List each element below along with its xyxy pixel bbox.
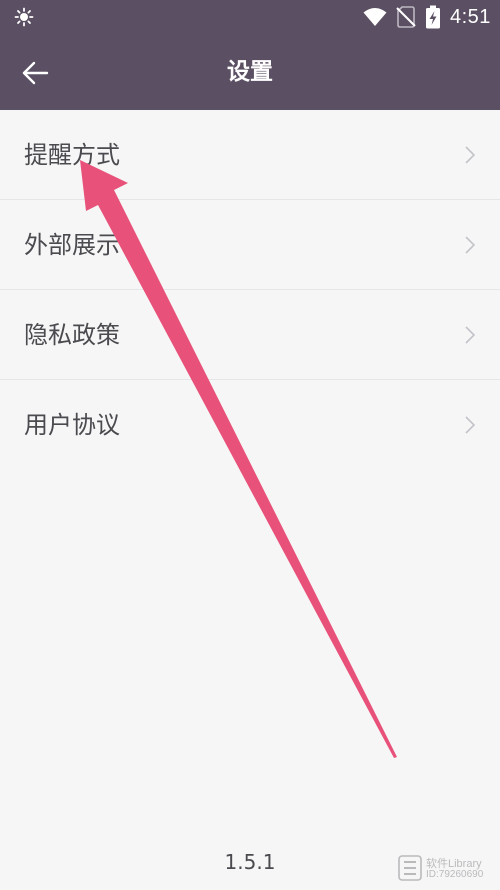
back-button[interactable]	[10, 52, 54, 92]
chevron-right-icon	[465, 146, 476, 164]
app-bar: 设置	[0, 34, 500, 110]
settings-list: 提醒方式 外部展示 隐私政策 用户协议	[0, 110, 500, 470]
settings-item-label: 外部展示	[24, 231, 120, 259]
settings-item-privacy-policy[interactable]: 隐私政策	[0, 290, 500, 380]
chevron-right-icon	[465, 326, 476, 344]
status-bar: 4:51	[0, 0, 500, 34]
no-sim-icon	[396, 6, 416, 28]
page-title: 设置	[227, 59, 273, 85]
settings-item-reminder-method[interactable]: 提醒方式	[0, 110, 500, 200]
chevron-right-icon	[465, 416, 476, 434]
settings-screen: 4:51 设置 提醒方式 外部展示 隐私政策 用户协议 1.5.1 软件Libr…	[0, 0, 500, 890]
status-time: 4:51	[450, 6, 491, 28]
chevron-right-icon	[465, 236, 476, 254]
settings-item-label: 隐私政策	[24, 321, 120, 349]
settings-item-user-agreement[interactable]: 用户协议	[0, 380, 500, 470]
app-version: 1.5.1	[224, 850, 276, 874]
settings-item-label: 用户协议	[24, 411, 120, 439]
sun-icon	[14, 7, 34, 27]
watermark-id: ID:79260690	[426, 869, 484, 880]
arrow-left-icon	[22, 61, 49, 85]
settings-item-external-display[interactable]: 外部展示	[0, 200, 500, 290]
wifi-icon	[363, 8, 387, 26]
watermark: 软件Library ID:79260690	[398, 852, 498, 886]
logo-icon	[398, 855, 422, 881]
battery-charging-icon	[426, 5, 440, 29]
settings-item-label: 提醒方式	[24, 141, 120, 169]
